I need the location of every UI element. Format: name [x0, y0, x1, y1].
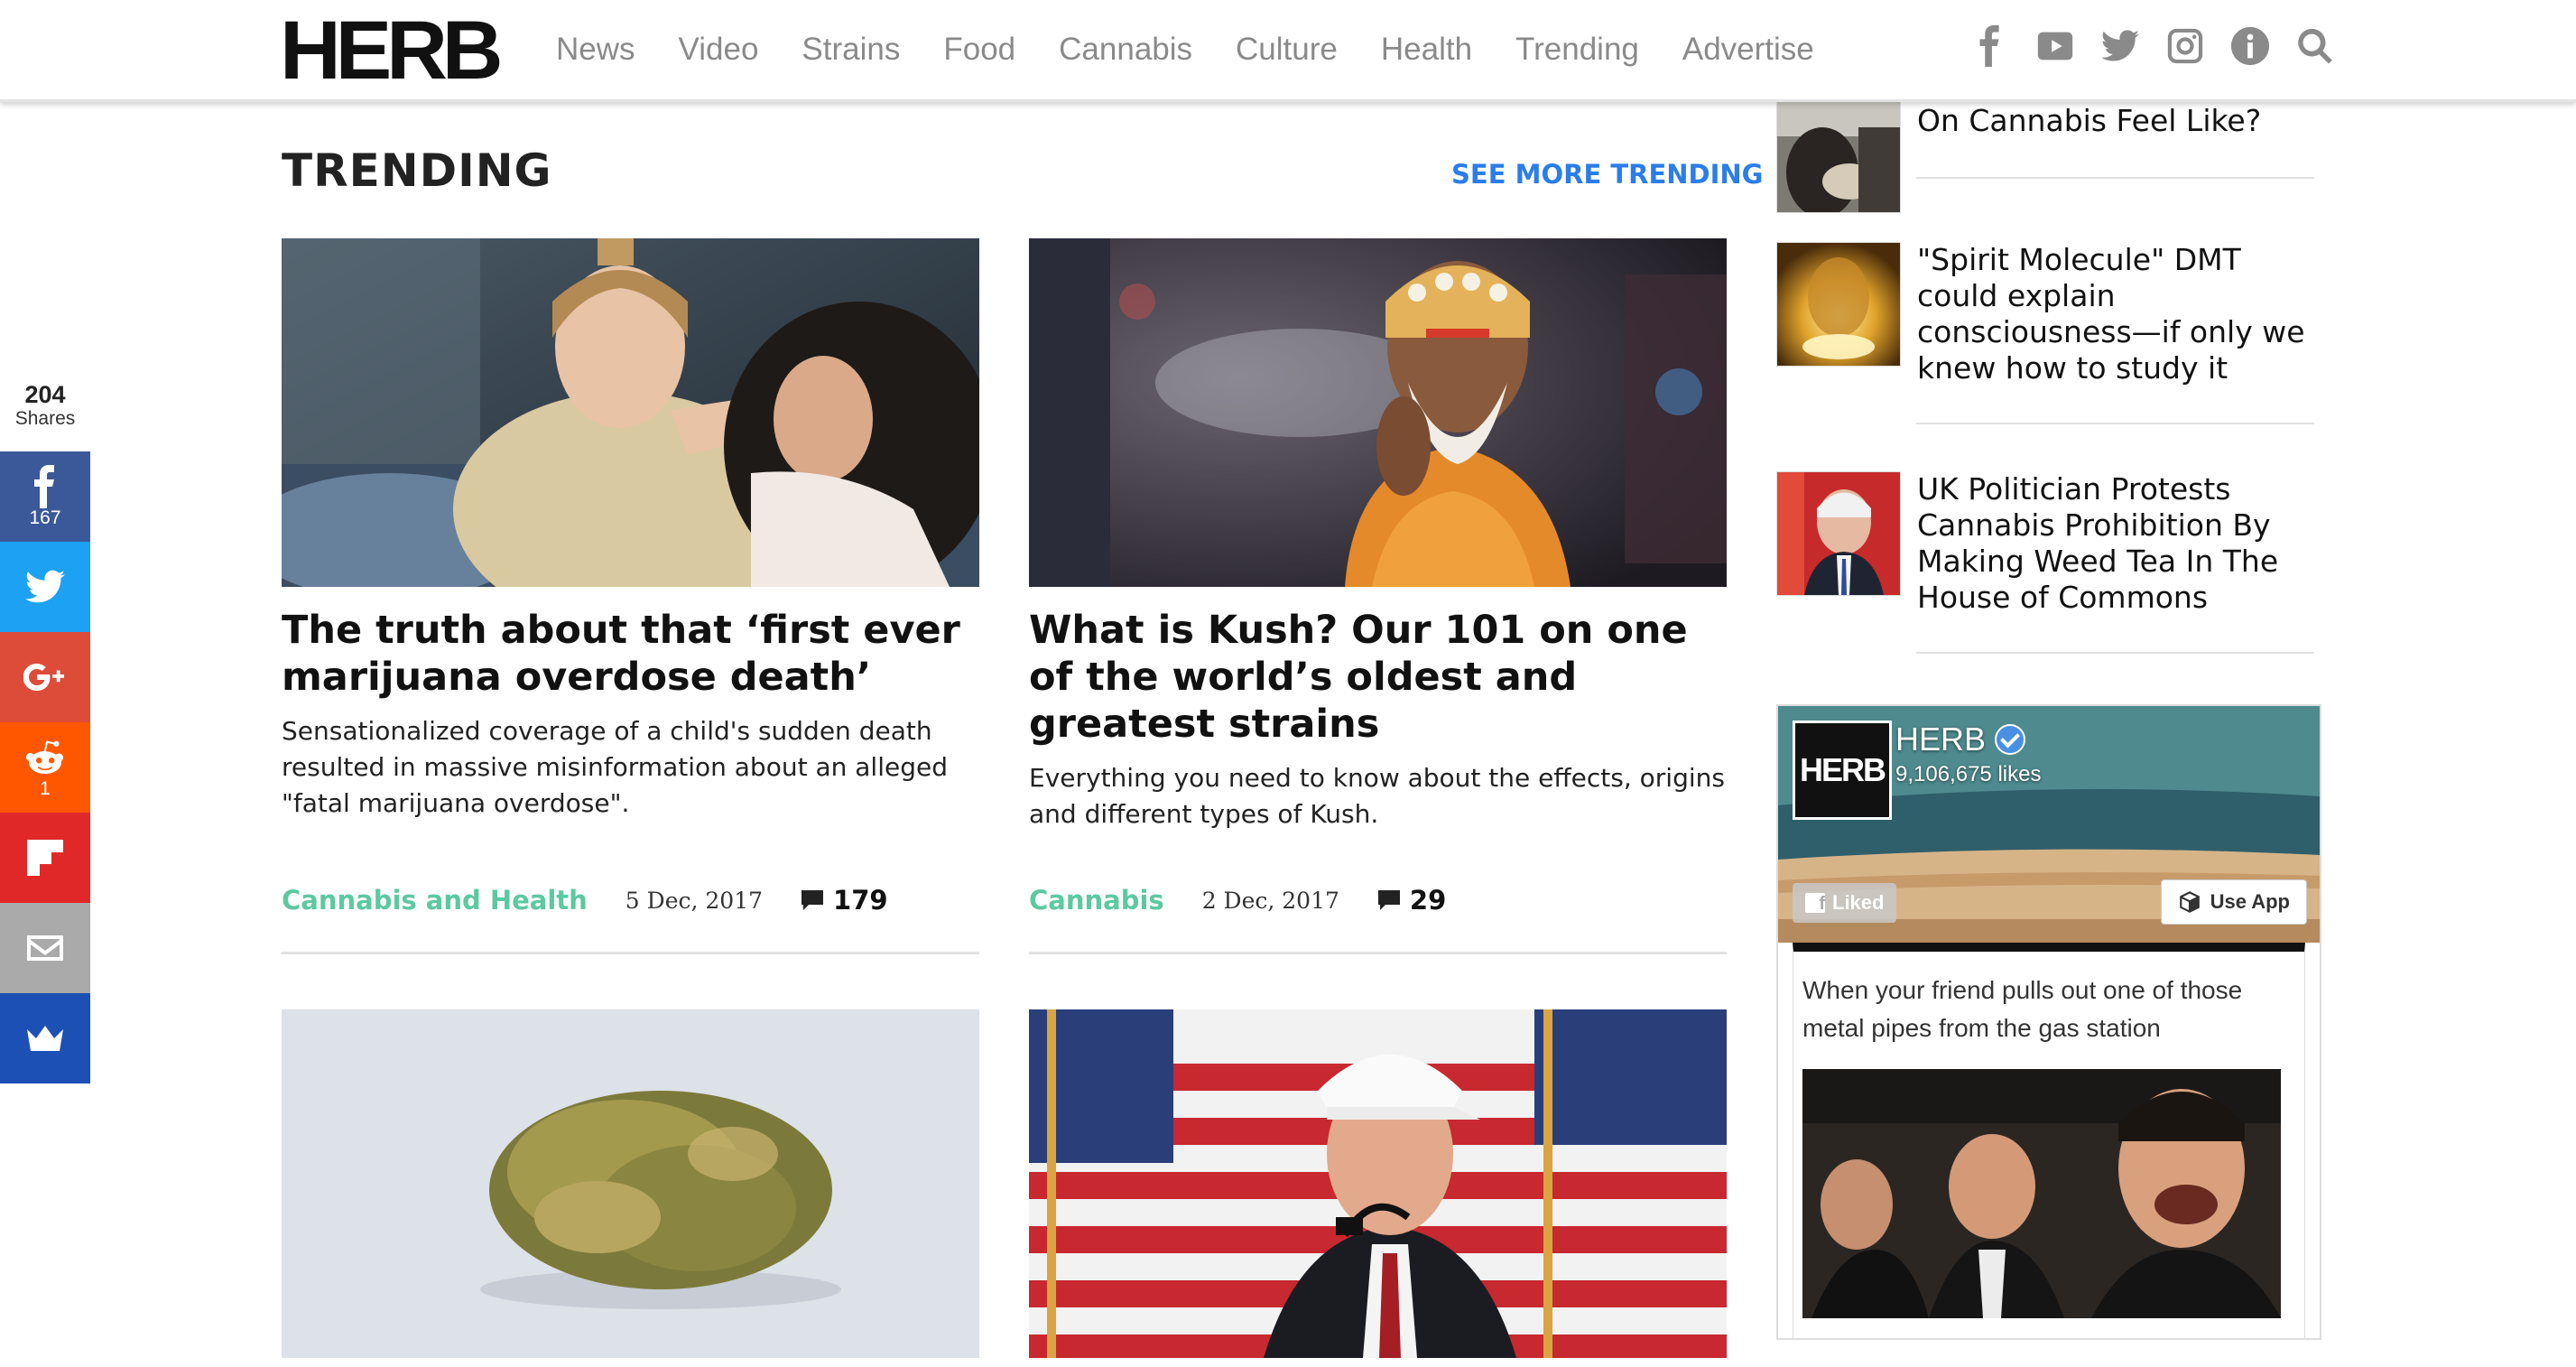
sidebar-article-thumbnail[interactable] — [1776, 242, 1901, 367]
comment-count: 29 — [1409, 885, 1447, 916]
flipboard-share-button[interactable] — [0, 813, 90, 903]
facebook-page-logo[interactable]: HERB — [1793, 721, 1892, 820]
sidebar-article[interactable]: "Spirit Molecule" DMT could explain cons… — [1776, 242, 2314, 386]
facebook-liked-button[interactable]: f Liked — [1793, 883, 1897, 923]
facebook-icon — [34, 465, 54, 508]
article-title[interactable]: The truth about that ‘first ever marijua… — [282, 607, 979, 701]
divider — [282, 952, 979, 954]
sidebar-article-thumbnail[interactable] — [1776, 471, 1901, 596]
article-excerpt: Sensationalized coverage of a child's su… — [282, 716, 948, 818]
article-image[interactable] — [282, 238, 979, 587]
nav-item-cannabis[interactable]: Cannabis — [1059, 27, 1192, 72]
twitter-icon — [25, 570, 65, 603]
youtube-icon[interactable] — [2033, 23, 2078, 69]
article-card[interactable]: The truth about that ‘first ever marijua… — [282, 238, 979, 822]
reddit-share-count: 1 — [40, 778, 51, 799]
nav-item-trending[interactable]: Trending — [1515, 27, 1639, 72]
article-title[interactable]: What is Kush? Our 101 on one of the worl… — [1029, 607, 1727, 748]
header-social-links — [1968, 23, 2338, 69]
comment-count: 179 — [833, 885, 888, 916]
twitter-icon[interactable] — [2098, 23, 2143, 69]
facebook-post: When your friend pulls out one of those … — [1793, 943, 2305, 1338]
facebook-page-name[interactable]: HERB — [1895, 721, 1986, 758]
see-more-trending-link[interactable]: SEE MORE TRENDING — [1451, 159, 1763, 190]
nav-item-culture[interactable]: Culture — [1236, 27, 1338, 72]
facebook-icon: f — [1805, 893, 1825, 913]
article-card[interactable] — [1029, 1009, 1727, 1358]
flipboard-icon — [27, 840, 63, 876]
sidebar-article-thumbnail[interactable] — [1776, 99, 1901, 213]
sidebar-article-title[interactable]: "Spirit Molecule" DMT could explain cons… — [1917, 242, 2314, 386]
crown-share-button[interactable] — [0, 993, 90, 1083]
article-meta: Cannabis and Health 5 Dec, 2017 179 — [282, 885, 979, 916]
nav-item-advertise[interactable]: Advertise — [1682, 27, 1814, 72]
article-category[interactable]: Cannabis — [1029, 885, 1164, 916]
article-comments[interactable]: 29 — [1377, 885, 1446, 916]
site-logo[interactable]: HERB — [280, 7, 504, 94]
verified-badge-icon — [1995, 724, 2026, 755]
facebook-share-count: 167 — [29, 507, 61, 528]
comment-icon — [1377, 890, 1400, 910]
section-title: TRENDING — [282, 144, 552, 197]
main-nav: News Video Strains Food Cannabis Culture… — [556, 27, 1858, 72]
instagram-icon[interactable] — [2163, 23, 2208, 69]
share-count-number: 204 — [24, 381, 66, 408]
sidebar-article-title[interactable]: UK Politician Protests Cannabis Prohibit… — [1917, 471, 2314, 616]
twitter-share-button[interactable] — [0, 542, 90, 632]
liked-label: Liked — [1832, 891, 1885, 914]
facebook-page-name-row[interactable]: HERB — [1895, 721, 2026, 758]
info-icon[interactable] — [2228, 23, 2273, 69]
share-count-label: Shares — [14, 408, 76, 429]
share-sidebar: 204 Shares 167 1 — [0, 381, 90, 1083]
divider — [1916, 177, 2314, 179]
divider — [1029, 952, 1727, 954]
facebook-page-widget: HERB HERB 9,106,675 likes f Liked Use Ap… — [1776, 704, 2321, 1340]
facebook-share-button[interactable]: 167 — [0, 451, 90, 542]
article-category[interactable]: Cannabis and Health — [282, 885, 588, 916]
facebook-use-app-button[interactable]: Use App — [2160, 879, 2307, 925]
article-date: 2 Dec, 2017 — [1201, 887, 1339, 914]
crown-icon — [27, 1026, 63, 1051]
reddit-icon — [26, 740, 64, 774]
email-share-button[interactable] — [0, 903, 90, 993]
reddit-share-button[interactable]: 1 — [0, 722, 90, 813]
facebook-post-video[interactable] — [1802, 1069, 2281, 1318]
googleplus-share-button[interactable] — [0, 632, 90, 722]
comment-icon — [802, 890, 824, 910]
sidebar-article[interactable]: UK Politician Protests Cannabis Prohibit… — [1776, 471, 2314, 615]
nav-item-food[interactable]: Food — [943, 27, 1015, 72]
share-count: 204 Shares — [0, 381, 90, 451]
article-image[interactable] — [282, 1009, 979, 1358]
facebook-icon[interactable] — [1968, 23, 2013, 69]
google-plus-icon — [23, 664, 64, 692]
article-excerpt: Everything you need to know about the ef… — [1029, 763, 1725, 829]
article-comments[interactable]: 179 — [801, 885, 888, 916]
cube-icon — [2179, 891, 2200, 913]
nav-item-video[interactable]: Video — [679, 27, 759, 72]
use-app-label: Use App — [2210, 890, 2290, 913]
divider — [1916, 652, 2314, 654]
email-icon — [27, 935, 63, 961]
nav-item-health[interactable]: Health — [1381, 27, 1472, 72]
sidebar-article-title[interactable]: On Cannabis Feel Like? — [1917, 103, 2314, 139]
top-navbar: HERB News Video Strains Food Cannabis Cu… — [0, 0, 2576, 102]
article-card[interactable] — [282, 1009, 979, 1358]
article-date: 5 Dec, 2017 — [625, 887, 764, 914]
facebook-post-text: When your friend pulls out one of those … — [1802, 976, 2243, 1042]
divider — [1916, 423, 2314, 424]
nav-item-news[interactable]: News — [556, 27, 635, 72]
article-meta: Cannabis 2 Dec, 2017 29 — [1029, 885, 1727, 916]
article-image[interactable] — [1029, 1009, 1727, 1358]
search-icon[interactable] — [2293, 23, 2338, 69]
facebook-page-likes: 9,106,675 likes — [1895, 762, 2042, 786]
article-image[interactable] — [1029, 238, 1727, 587]
article-card[interactable]: What is Kush? Our 101 on one of the worl… — [1029, 238, 1727, 832]
nav-item-strains[interactable]: Strains — [802, 27, 900, 72]
